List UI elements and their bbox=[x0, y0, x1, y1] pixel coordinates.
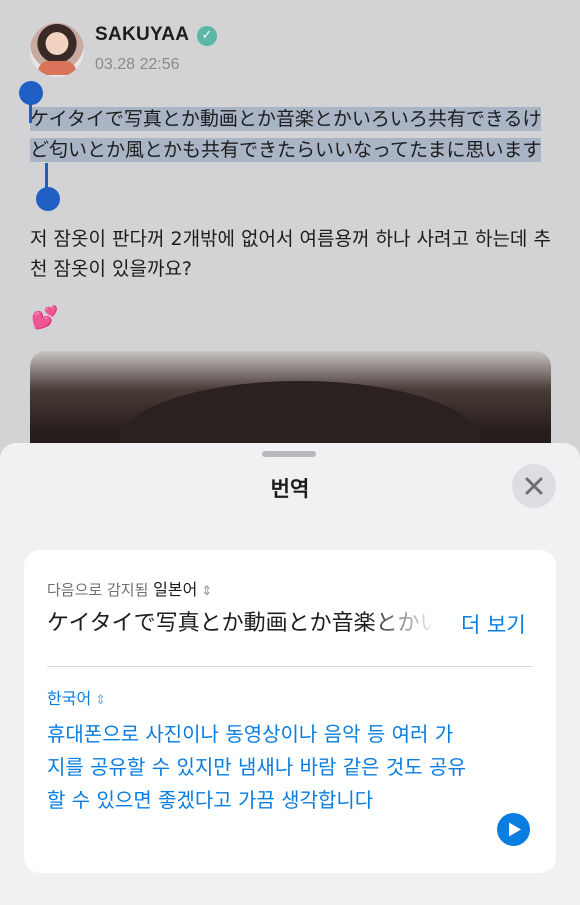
divider bbox=[47, 666, 533, 667]
translation-sheet: 번역 다음으로 감지됨 일본어⇕ ケイタイで写真とか動画とか音楽とかいろいろ 더… bbox=[0, 443, 580, 905]
selection-handle-start[interactable] bbox=[19, 81, 43, 105]
play-button[interactable] bbox=[497, 813, 530, 846]
sheet-grabber[interactable] bbox=[262, 451, 316, 457]
chevron-updown-icon: ⇕ bbox=[95, 693, 107, 708]
close-icon bbox=[525, 477, 543, 495]
target-language: 한국어 bbox=[47, 689, 92, 708]
translation-card: 다음으로 감지됨 일본어⇕ ケイタイで写真とか動画とか音楽とかいろいろ 더 보기… bbox=[24, 550, 556, 873]
selection-handle-end[interactable] bbox=[36, 187, 60, 211]
selected-text[interactable]: ケイタイで写真とか動画とか音楽とかいろいろ共有できるけど匂いとか風とかも共有でき… bbox=[30, 107, 542, 162]
verified-badge-icon: ✓ bbox=[197, 26, 217, 46]
chevron-updown-icon: ⇕ bbox=[201, 584, 213, 599]
target-language-selector[interactable]: 한국어 ⇕ bbox=[47, 685, 106, 709]
show-more-link[interactable]: 더 보기 bbox=[461, 608, 526, 642]
detected-language: 일본어 bbox=[153, 580, 198, 599]
close-button[interactable] bbox=[512, 464, 556, 508]
post-timestamp: 03.28 22:56 bbox=[95, 56, 180, 73]
hearts-emoji: 💕 bbox=[31, 306, 59, 331]
username[interactable]: SAKUYAA bbox=[95, 24, 189, 46]
avatar[interactable] bbox=[30, 23, 84, 77]
post-text-japanese[interactable]: ケイタイで写真とか動画とか音楽とかいろいろ共有できるけど匂いとか風とかも共有でき… bbox=[30, 104, 560, 166]
translated-text: 휴대폰으로 사진이나 동영상이나 음악 등 여러 가지를 공유할 수 있지만 냄… bbox=[47, 722, 466, 812]
sheet-title: 번역 bbox=[270, 477, 310, 501]
play-icon bbox=[509, 822, 521, 837]
post-text-korean: 저 잠옷이 판다꺼 2개밖에 없어서 여름용꺼 하나 사려고 하는데 추천 잠옷… bbox=[30, 228, 551, 280]
source-text: ケイタイで写真とか動画とか音楽とかいろいろ bbox=[47, 611, 437, 636]
detected-prefix: 다음으로 감지됨 bbox=[47, 581, 149, 599]
detected-language-row[interactable]: 다음으로 감지됨 일본어 ⇕ bbox=[47, 576, 212, 600]
